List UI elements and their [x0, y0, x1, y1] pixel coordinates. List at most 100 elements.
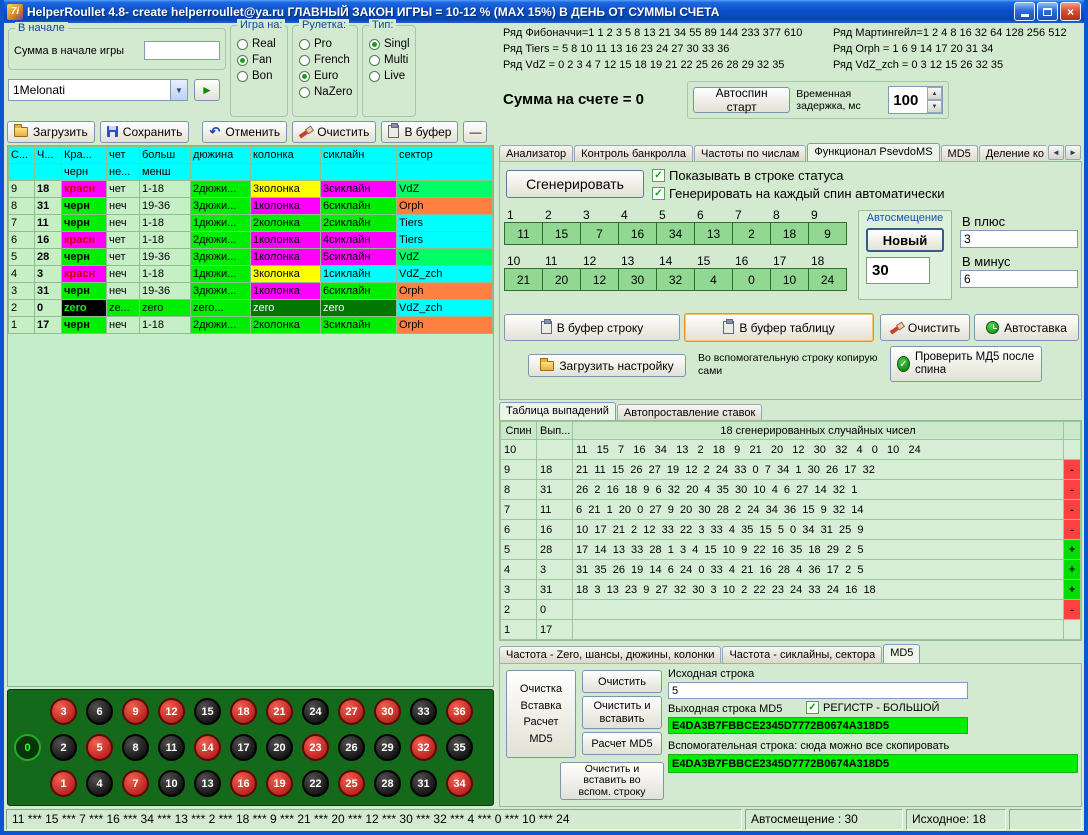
table-cell[interactable]: 1-18 — [140, 215, 191, 232]
table-cell[interactable]: zero — [62, 300, 107, 317]
table-cell[interactable]: черн — [62, 317, 107, 334]
table-cell[interactable]: 18 — [35, 181, 62, 198]
table-cell[interactable]: 17 — [35, 317, 62, 334]
table-cell[interactable]: 1-18 — [140, 317, 191, 334]
board-number-33[interactable]: 33 — [410, 698, 437, 725]
board-number-22[interactable]: 22 — [302, 770, 329, 797]
table-cell[interactable]: неч — [107, 266, 140, 283]
delay-spinner[interactable]: 100 ▲ ▼ — [888, 86, 943, 114]
board-number-5[interactable]: 5 — [86, 734, 113, 761]
table-cell[interactable]: 1дюжи... — [191, 266, 251, 283]
combo-arrow-icon[interactable]: ▼ — [170, 80, 187, 100]
board-number-31[interactable]: 31 — [410, 770, 437, 797]
table-cell[interactable]: 3дюжи... — [191, 249, 251, 266]
table-cell[interactable]: 2колонка — [251, 215, 321, 232]
table-cell[interactable]: 1сиклайн — [321, 266, 397, 283]
board-number-13[interactable]: 13 — [194, 770, 221, 797]
board-number-3[interactable]: 3 — [50, 698, 77, 725]
board-number-21[interactable]: 21 — [266, 698, 293, 725]
undo-button[interactable]: ↶Отменить — [202, 121, 287, 143]
table-cell[interactable]: черн — [62, 283, 107, 300]
game-option-real[interactable]: Real — [237, 38, 287, 50]
board-number-7[interactable]: 7 — [122, 770, 149, 797]
table-cell[interactable]: красн — [62, 266, 107, 283]
md5-output-field[interactable]: E4DA3B7FBBCE2345D7772B0674A318D5 — [668, 717, 968, 734]
board-number-8[interactable]: 8 — [122, 734, 149, 761]
table-cell[interactable]: 7 — [9, 215, 35, 232]
board-number-28[interactable]: 28 — [374, 770, 401, 797]
maximize-button[interactable] — [1037, 2, 1058, 21]
minus-input[interactable] — [960, 270, 1078, 288]
table-cell[interactable]: неч — [107, 215, 140, 232]
autobet-button[interactable]: Автоставка — [974, 314, 1079, 341]
type-option-multi[interactable]: Multi — [369, 54, 415, 66]
main-tab-4[interactable]: Функционал PsevdoMS — [807, 143, 939, 163]
board-number-18[interactable]: 18 — [230, 698, 257, 725]
table-cell[interactable]: 1дюжи... — [191, 215, 251, 232]
board-number-19[interactable]: 19 — [266, 770, 293, 797]
table-row[interactable]: 831черннеч19-363дюжи...1колонка6сиклайнO… — [9, 198, 493, 215]
md5-clear-button[interactable]: Очистить — [582, 670, 662, 693]
table-cell[interactable]: 1колонка — [251, 232, 321, 249]
table-cell[interactable]: 1колонка — [251, 249, 321, 266]
table-cell[interactable]: 2дюжи... — [191, 181, 251, 198]
minimize-button[interactable] — [1014, 2, 1035, 21]
table-cell[interactable]: 16 — [35, 232, 62, 249]
buffer-row-button[interactable]: В буфер строку — [504, 314, 680, 341]
table-cell[interactable]: VdZ — [397, 249, 493, 266]
table-cell[interactable]: 0 — [35, 300, 62, 317]
roulette-option-pro[interactable]: Pro — [299, 38, 357, 50]
table-cell[interactable]: 2дюжи... — [191, 317, 251, 334]
table-cell[interactable]: 19-36 — [140, 198, 191, 215]
board-number-20[interactable]: 20 — [266, 734, 293, 761]
freq-tab-1[interactable]: Частота - Zero, шансы, дюжины, колонки — [499, 646, 721, 664]
show-in-status-checkbox[interactable]: ✓ Показывать в строке статуса — [652, 168, 844, 183]
table-cell[interactable]: 1колонка — [251, 198, 321, 215]
table-row[interactable]: 528чернчет19-363дюжи...1колонка5сиклайнV… — [9, 249, 493, 266]
generate-button[interactable]: Сгенерировать — [506, 170, 644, 198]
table-cell[interactable]: 2колонка — [251, 317, 321, 334]
table-cell[interactable]: черн — [62, 215, 107, 232]
clear-grid-button[interactable]: Очистить — [880, 314, 970, 341]
table-cell[interactable]: 6сиклайн — [321, 283, 397, 300]
board-number-24[interactable]: 24 — [302, 698, 329, 725]
table-cell[interactable]: 28 — [35, 249, 62, 266]
table-cell[interactable]: 3колонка — [251, 181, 321, 198]
source-string-input[interactable] — [668, 682, 968, 699]
table-cell[interactable]: ze... — [107, 300, 140, 317]
tab-scroll-left[interactable]: ◄ — [1048, 145, 1064, 160]
load-settings-button[interactable]: Загрузить настройку — [528, 354, 686, 377]
table-cell[interactable]: 8 — [9, 198, 35, 215]
table-cell[interactable]: zero — [321, 300, 397, 317]
table-cell[interactable]: VdZ — [397, 181, 493, 198]
table-cell[interactable]: 19-36 — [140, 283, 191, 300]
board-number-14[interactable]: 14 — [194, 734, 221, 761]
table-cell[interactable]: 3 — [9, 283, 35, 300]
table-cell[interactable]: 3 — [35, 266, 62, 283]
close-button[interactable]: × — [1060, 2, 1081, 21]
table-cell[interactable]: 3дюжи... — [191, 283, 251, 300]
table-cell[interactable]: 19-36 — [140, 249, 191, 266]
board-number-26[interactable]: 26 — [338, 734, 365, 761]
table-row[interactable]: 117черннеч1-182дюжи...2колонка3сиклайнOr… — [9, 317, 493, 334]
table-row[interactable]: 616краснчет1-182дюжи...1колонка4сиклайнT… — [9, 232, 493, 249]
table-cell[interactable]: zero — [140, 300, 191, 317]
table-row[interactable]: 43красннеч1-181дюжи...3колонка1сиклайнVd… — [9, 266, 493, 283]
board-number-32[interactable]: 32 — [410, 734, 437, 761]
board-number-36[interactable]: 36 — [446, 698, 473, 725]
table-row[interactable]: 20zeroze...zerozero...zerozeroVdZ_zch — [9, 300, 493, 317]
table-cell[interactable]: 2сиклайн — [321, 215, 397, 232]
table-cell[interactable]: 31 — [35, 198, 62, 215]
board-number-10[interactable]: 10 — [158, 770, 185, 797]
table-row[interactable]: 331черннеч19-363дюжи...1колонка6сиклайнO… — [9, 283, 493, 300]
table-cell[interactable]: zero — [251, 300, 321, 317]
table-cell[interactable]: Orph — [397, 317, 493, 334]
board-number-29[interactable]: 29 — [374, 734, 401, 761]
board-number-23[interactable]: 23 — [302, 734, 329, 761]
title-bar[interactable]: 7i HelperRoullet 4.8- create helperroull… — [4, 0, 1084, 23]
buffer-table-button[interactable]: В буфер таблицу — [684, 313, 874, 342]
table-cell[interactable]: 11 — [35, 215, 62, 232]
table-cell[interactable]: 6сиклайн — [321, 198, 397, 215]
load-button[interactable]: Загрузить — [7, 121, 95, 143]
table-cell[interactable]: VdZ_zch — [397, 266, 493, 283]
